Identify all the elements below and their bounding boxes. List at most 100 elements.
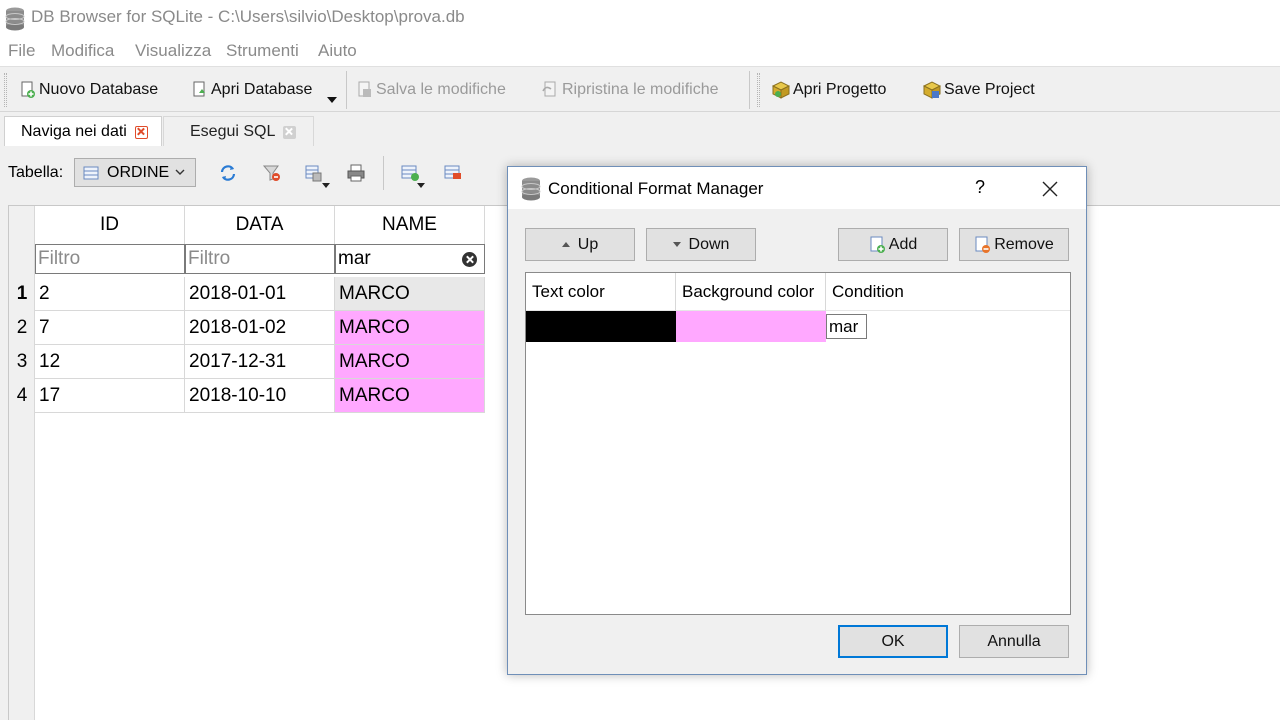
filter-id-input[interactable] (38, 248, 184, 270)
print-icon[interactable] (346, 163, 366, 183)
table-cell-highlighted[interactable]: MARCO (335, 311, 485, 345)
save-table-as-icon[interactable] (304, 163, 324, 183)
table-cell[interactable]: 2017-12-31 (185, 345, 335, 379)
add-label: Add (888, 235, 918, 253)
remove-format-button[interactable]: Remove (959, 228, 1069, 261)
title-bar: DB Browser for SQLite - C:\Users\silvio\… (0, 0, 1280, 36)
menu-aiuto[interactable]: Aiuto (318, 41, 357, 61)
row-number[interactable]: 4 (9, 379, 35, 413)
row-number[interactable]: 2 (9, 311, 35, 345)
add-format-button[interactable]: Add (838, 228, 948, 261)
menu-strumenti[interactable]: Strumenti (226, 41, 299, 61)
revert-changes-button[interactable]: Ripristina le modifiche (541, 77, 719, 103)
main-toolbar: Nuovo Database Apri Database Salva le mo… (0, 66, 1280, 112)
toolbar-grip[interactable] (4, 73, 7, 107)
save-changes-icon (358, 81, 371, 97)
table-cell[interactable]: 17 (35, 379, 185, 413)
cancel-button[interactable]: Annulla (959, 625, 1069, 658)
close-tab-icon[interactable] (283, 125, 297, 139)
move-down-label: Down (688, 235, 730, 253)
open-database-label: Apri Database (211, 81, 313, 98)
table-select[interactable]: ORDINE (74, 158, 196, 187)
toolbar-grip[interactable] (757, 73, 760, 107)
refresh-icon[interactable] (218, 163, 238, 183)
table-cell[interactable]: 2 (35, 277, 185, 311)
tab-browse-data[interactable]: Naviga nei dati (4, 116, 162, 147)
new-database-label: Nuovo Database (39, 81, 159, 98)
table-cell-selected[interactable]: MARCO (335, 277, 485, 311)
move-down-button[interactable]: Down (646, 228, 756, 261)
move-up-button[interactable]: Up (525, 228, 635, 261)
insert-record-dropdown-icon[interactable] (417, 183, 425, 188)
menu-visualizza[interactable]: Visualizza (135, 41, 211, 61)
row-number[interactable]: 1 (9, 277, 35, 311)
help-button[interactable]: ? (975, 177, 985, 198)
delete-record-icon[interactable] (443, 163, 463, 183)
open-project-button[interactable]: Apri Progetto (772, 77, 886, 103)
column-header-text-color[interactable]: Text color (526, 273, 676, 311)
revert-changes-icon (542, 81, 556, 97)
save-project-button[interactable]: Save Project (923, 77, 1035, 103)
open-database-icon (193, 81, 205, 97)
table-icon (83, 166, 99, 179)
database-icon (4, 6, 26, 36)
menu-file[interactable]: File (8, 41, 35, 61)
insert-record-icon[interactable] (400, 163, 420, 183)
table-cell[interactable]: 2018-10-10 (185, 379, 335, 413)
table-label: Tabella: (8, 164, 64, 181)
column-header-data[interactable]: DATA (185, 206, 335, 244)
close-icon[interactable] (1040, 179, 1060, 199)
tab-execute-sql[interactable]: Esegui SQL (163, 116, 314, 147)
tab-browse-data-label: Naviga nei dati (21, 123, 127, 140)
open-project-icon (772, 81, 790, 99)
table-cell[interactable]: 2018-01-01 (185, 277, 335, 311)
dialog-title-bar[interactable]: Conditional Format Manager ? (508, 167, 1086, 209)
ok-button[interactable]: OK (838, 625, 948, 658)
new-database-icon (21, 81, 35, 98)
menu-modifica[interactable]: Modifica (51, 41, 114, 61)
table-cell-highlighted[interactable]: MARCO (335, 379, 485, 413)
condition-input[interactable]: mar (826, 314, 867, 339)
toolbar-separator (383, 156, 384, 190)
column-header-id[interactable]: ID (35, 206, 185, 244)
filter-data-input[interactable] (188, 248, 334, 270)
open-database-dropdown-icon[interactable] (327, 97, 337, 103)
tab-execute-sql-label: Esegui SQL (190, 123, 276, 140)
filter-name-field[interactable] (335, 244, 485, 274)
background-color-swatch[interactable] (676, 311, 826, 342)
arrow-up-icon (561, 242, 570, 247)
database-icon (521, 177, 541, 201)
revert-changes-label: Ripristina le modifiche (562, 81, 719, 98)
close-tab-icon[interactable] (134, 125, 148, 139)
save-table-dropdown-icon[interactable] (322, 183, 330, 188)
window-title: DB Browser for SQLite - C:\Users\silvio\… (31, 7, 465, 26)
open-database-button[interactable]: Apri Database (192, 77, 312, 103)
row-number[interactable]: 3 (9, 345, 35, 379)
new-database-button[interactable]: Nuovo Database (20, 77, 158, 103)
remove-label: Remove (994, 235, 1054, 253)
clear-filters-icon[interactable] (262, 163, 282, 183)
selected-table-name: ORDINE (107, 163, 170, 181)
open-project-label: Apri Progetto (793, 81, 887, 98)
filter-data-field[interactable] (185, 244, 335, 274)
toolbar-separator (749, 71, 750, 109)
toolbar-separator (346, 71, 347, 109)
column-header-name[interactable]: NAME (335, 206, 485, 244)
filter-id-field[interactable] (35, 244, 185, 274)
table-cell-highlighted[interactable]: MARCO (335, 345, 485, 379)
conditional-format-dialog: Conditional Format Manager ? Up Down Add… (507, 166, 1087, 675)
text-color-swatch[interactable] (526, 311, 676, 342)
chevron-down-icon (175, 169, 185, 175)
menu-bar: File Modifica Visualizza Strumenti Aiuto (0, 36, 1280, 66)
save-project-icon (923, 81, 941, 99)
column-header-condition[interactable]: Condition (826, 273, 1070, 311)
save-changes-button[interactable]: Salva le modifiche (357, 77, 506, 103)
clear-filter-icon[interactable] (462, 252, 477, 267)
column-header-background-color[interactable]: Background color (676, 273, 826, 311)
table-cell[interactable]: 7 (35, 311, 185, 345)
table-cell[interactable]: 12 (35, 345, 185, 379)
save-changes-label: Salva le modifiche (376, 81, 506, 98)
tab-bar: Naviga nei dati Esegui SQL (0, 112, 1280, 147)
remove-icon (975, 236, 991, 253)
table-cell[interactable]: 2018-01-02 (185, 311, 335, 345)
